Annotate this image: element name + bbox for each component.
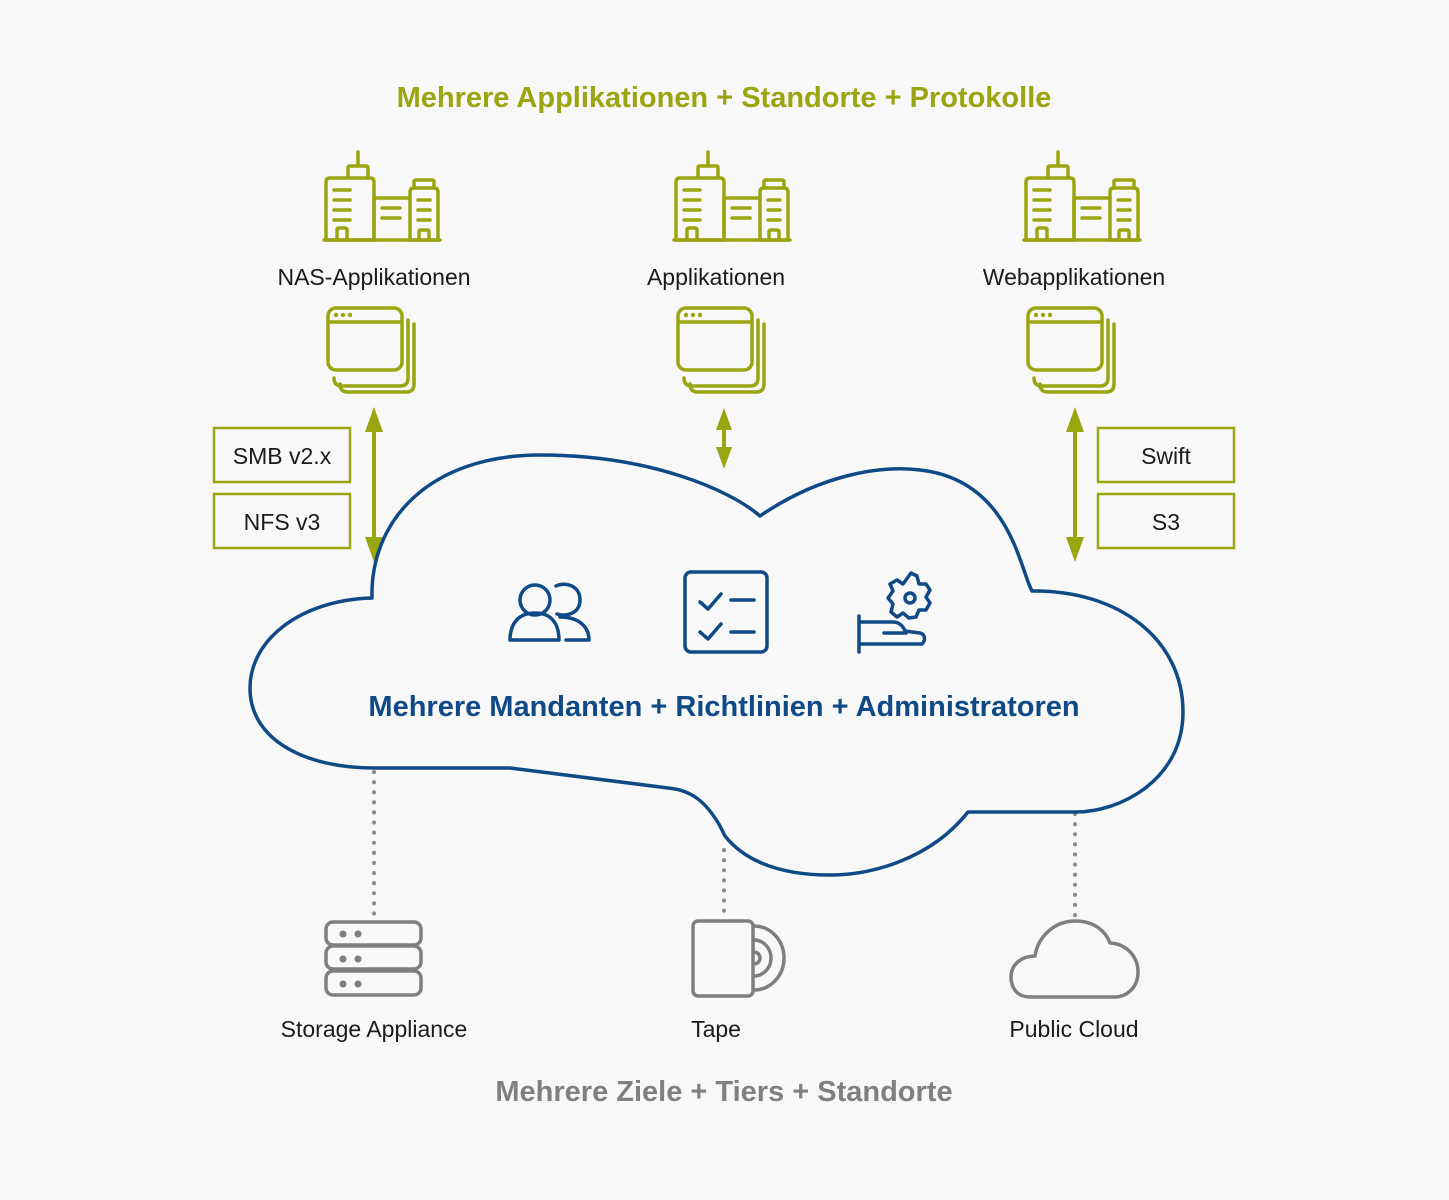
protocol-box-s3: S3 (1096, 492, 1236, 550)
bidirectional-arrow-right (1066, 407, 1084, 562)
server-stack-icon (324, 920, 423, 997)
target-label: Storage Appliance (281, 1016, 468, 1042)
protocol-box-nfs: NFS v3 (212, 492, 352, 550)
tape-icon (691, 919, 786, 998)
office-buildings-icon (1022, 150, 1142, 242)
office-buildings-icon (322, 150, 442, 242)
source-applications: Applikationen (647, 150, 792, 394)
header-title: Mehrere Applikationen + Standorte + Prot… (397, 82, 1052, 114)
protocol-box-swift: Swift (1096, 426, 1236, 484)
central-cloud (248, 453, 1185, 877)
cloud-title: Mehrere Mandanten + Richtlinien + Admini… (368, 691, 1079, 723)
target-storage-appliance: Storage Appliance (281, 920, 468, 1042)
target-label: Tape (691, 1016, 741, 1042)
stacked-windows-icon (1026, 306, 1116, 394)
footer-title: Mehrere Ziele + Tiers + Standorte (495, 1076, 952, 1108)
target-public-cloud: Public Cloud (1009, 919, 1140, 1042)
stacked-windows-icon (676, 306, 766, 394)
stacked-windows-icon (326, 306, 416, 394)
bidirectional-arrow-center (716, 408, 732, 469)
target-tape: Tape (691, 919, 786, 1042)
cloud-icon (1009, 919, 1140, 999)
source-label: Webapplikationen (983, 264, 1165, 290)
source-label: NAS-Applikationen (277, 264, 470, 290)
source-nas-applications: NAS-Applikationen (277, 150, 471, 394)
source-label: Applikationen (647, 264, 785, 290)
protocol-label: NFS v3 (244, 509, 321, 535)
bidirectional-arrow-left (365, 407, 383, 562)
protocol-label: Swift (1141, 443, 1191, 469)
protocol-box-smb: SMB v2.x (212, 426, 352, 484)
protocol-label: SMB v2.x (233, 443, 332, 469)
protocol-label: S3 (1152, 509, 1180, 535)
source-web-applications: Webapplikationen (983, 150, 1165, 394)
storage-architecture-diagram: Mehrere Applikationen + Standorte + Prot… (212, 82, 1236, 1108)
office-buildings-icon (672, 150, 792, 242)
target-label: Public Cloud (1009, 1016, 1138, 1042)
